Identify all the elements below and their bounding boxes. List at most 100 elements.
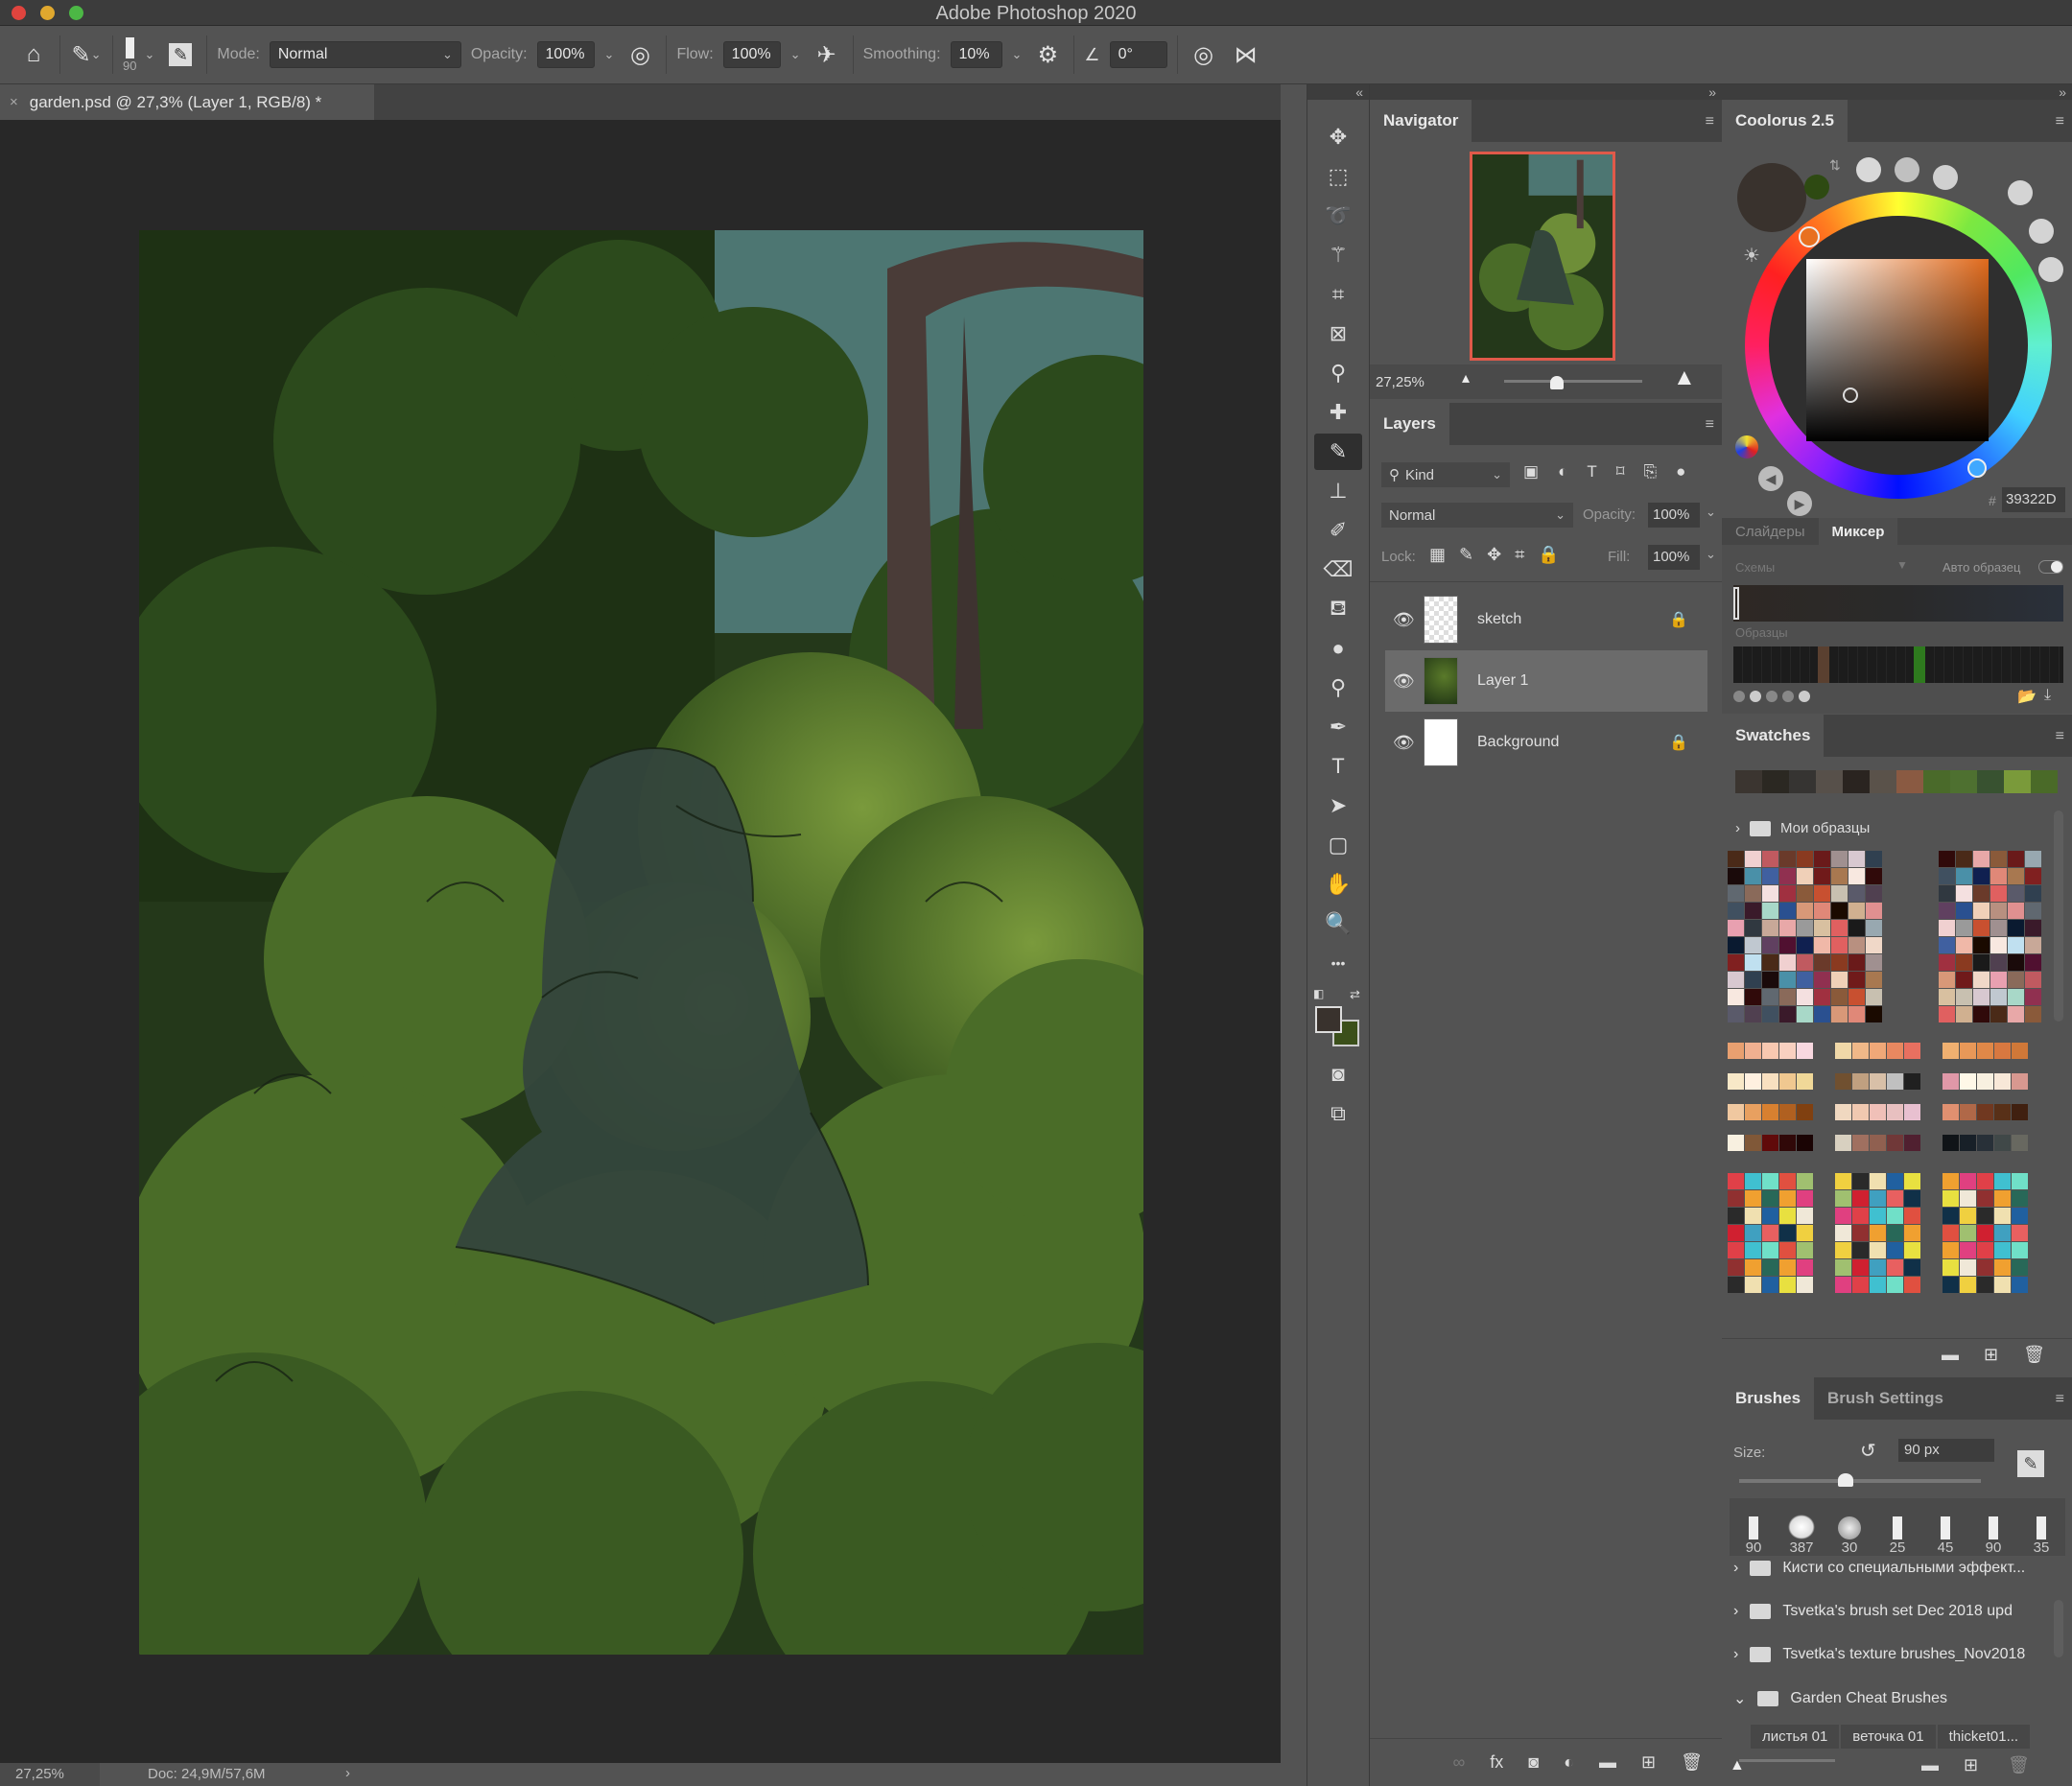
swatch[interactable]: [1814, 937, 1830, 953]
swatch[interactable]: [1990, 1006, 2007, 1022]
swatch[interactable]: [2012, 1073, 2028, 1090]
swatch[interactable]: [1942, 1190, 1959, 1207]
swap-icon[interactable]: ⇅: [1829, 157, 1841, 174]
swatch[interactable]: [1797, 1208, 1813, 1224]
swatch[interactable]: [1852, 1190, 1869, 1207]
tab-sliders[interactable]: Слайдеры: [1722, 518, 1819, 545]
swatch[interactable]: [1942, 1073, 1959, 1090]
swatch[interactable]: [1960, 1277, 1976, 1293]
swatch[interactable]: [2008, 903, 2024, 919]
recent-swatch[interactable]: [1789, 770, 1816, 793]
swatch[interactable]: [1831, 989, 1848, 1005]
swatch[interactable]: [1848, 885, 1865, 902]
swatch[interactable]: [1956, 989, 1972, 1005]
layer-row[interactable]: 👁 Background 🔒: [1385, 712, 1707, 773]
swatch[interactable]: [1904, 1073, 1920, 1090]
tab-mixer[interactable]: Миксер: [1818, 518, 1898, 545]
history-brush-tool[interactable]: ✐: [1314, 512, 1362, 549]
swatch[interactable]: [1848, 954, 1865, 971]
visibility-eye-icon[interactable]: 👁: [1393, 733, 1415, 753]
mixer-handle[interactable]: [1733, 587, 1739, 620]
swatch[interactable]: [1994, 1242, 2011, 1258]
swatch[interactable]: [1939, 972, 1955, 988]
swatch[interactable]: [1866, 885, 1882, 902]
swatch[interactable]: [1870, 1104, 1886, 1120]
play-icon[interactable]: ▶: [1787, 491, 1812, 516]
swatch[interactable]: [1728, 1242, 1744, 1258]
tool-preset-picker[interactable]: ✎ ⌄: [70, 38, 103, 71]
recent-swatch[interactable]: [2004, 770, 2031, 793]
swatch[interactable]: [1994, 1225, 2011, 1241]
swatch[interactable]: [1835, 1242, 1851, 1258]
size-slider-thumb[interactable]: [1837, 1473, 1853, 1487]
swatch[interactable]: [1779, 1173, 1796, 1189]
swatch[interactable]: [1797, 1173, 1813, 1189]
swatch[interactable]: [1852, 1259, 1869, 1276]
swatch[interactable]: [1762, 1173, 1778, 1189]
swatch[interactable]: [1852, 1073, 1869, 1090]
swatch[interactable]: [1994, 1190, 2011, 1207]
swatch[interactable]: [1942, 1277, 1959, 1293]
new-swatch-icon[interactable]: ⊞: [1984, 1345, 1998, 1373]
default-colors-icon[interactable]: ◧: [1313, 987, 1324, 1000]
color-model-icon[interactable]: [1735, 435, 1758, 458]
swatch[interactable]: [1848, 937, 1865, 953]
swatch[interactable]: [1887, 1073, 1903, 1090]
swatch[interactable]: [1779, 954, 1796, 971]
swatch[interactable]: [1994, 1173, 2011, 1189]
swatch[interactable]: [1852, 1242, 1869, 1258]
swatch[interactable]: [2008, 1006, 2024, 1022]
panel-menu-icon[interactable]: ≡: [1706, 416, 1714, 434]
brush-folder[interactable]: › Tsvetka's texture brushes_Nov2018: [1733, 1646, 2025, 1663]
swatch[interactable]: [1887, 1043, 1903, 1059]
swatch[interactable]: [1904, 1259, 1920, 1276]
layer-row[interactable]: 👁 Layer 1: [1385, 650, 1707, 712]
swatch[interactable]: [1870, 1043, 1886, 1059]
brush-item[interactable]: thicket01...: [1937, 1725, 2031, 1749]
swap-colors-icon[interactable]: ⇄: [1350, 987, 1360, 1002]
edit-toolbar[interactable]: •••: [1314, 945, 1362, 981]
swatch[interactable]: [1956, 885, 1972, 902]
swatch[interactable]: [1779, 1006, 1796, 1022]
swatch[interactable]: [1942, 1225, 1959, 1241]
swatch[interactable]: [1762, 1259, 1778, 1276]
panel-menu-icon[interactable]: ≡: [2056, 113, 2064, 130]
swatch[interactable]: [1797, 1190, 1813, 1207]
fill-input[interactable]: 100%: [1648, 545, 1700, 570]
swatch[interactable]: [1990, 989, 2007, 1005]
visibility-eye-icon[interactable]: 👁: [1393, 671, 1415, 692]
foreground-color-circle[interactable]: [1737, 163, 1806, 232]
swatch[interactable]: [1797, 1073, 1813, 1090]
swatch[interactable]: [2012, 1242, 2028, 1258]
swatch[interactable]: [1994, 1259, 2011, 1276]
brush-folder[interactable]: › Tsvetka's brush set Dec 2018 upd: [1733, 1603, 2013, 1620]
swatch[interactable]: [1762, 1104, 1778, 1120]
swatch[interactable]: [1728, 937, 1744, 953]
rectangle-tool[interactable]: ▢: [1314, 827, 1362, 863]
swatch[interactable]: [2025, 972, 2041, 988]
foreground-color[interactable]: [1315, 1006, 1342, 1033]
swatch[interactable]: [1866, 851, 1882, 867]
swatch[interactable]: [1762, 868, 1778, 884]
tab-layers[interactable]: Layers: [1370, 403, 1449, 445]
swatch[interactable]: [1870, 1277, 1886, 1293]
swatch[interactable]: [1887, 1225, 1903, 1241]
swatch[interactable]: [1904, 1208, 1920, 1224]
swatch[interactable]: [1939, 920, 1955, 936]
healing-brush-tool[interactable]: ✚: [1314, 394, 1362, 431]
lasso-tool[interactable]: ➰: [1314, 198, 1362, 234]
page-dot[interactable]: [1750, 691, 1761, 702]
swatch[interactable]: [1745, 1104, 1761, 1120]
swatch[interactable]: [2012, 1190, 2028, 1207]
swatch[interactable]: [1728, 1006, 1744, 1022]
swatch[interactable]: [1852, 1135, 1869, 1151]
swatch[interactable]: [1779, 1043, 1796, 1059]
swatch[interactable]: [1745, 1277, 1761, 1293]
swatch[interactable]: [2012, 1208, 2028, 1224]
filter-toggle[interactable]: ●: [1676, 462, 1685, 482]
smoothing-dropdown[interactable]: ⌄: [1012, 47, 1023, 62]
swatch[interactable]: [2008, 851, 2024, 867]
swatch[interactable]: [1762, 972, 1778, 988]
swatch[interactable]: [1728, 1259, 1744, 1276]
size-slider[interactable]: [1739, 1479, 1981, 1483]
